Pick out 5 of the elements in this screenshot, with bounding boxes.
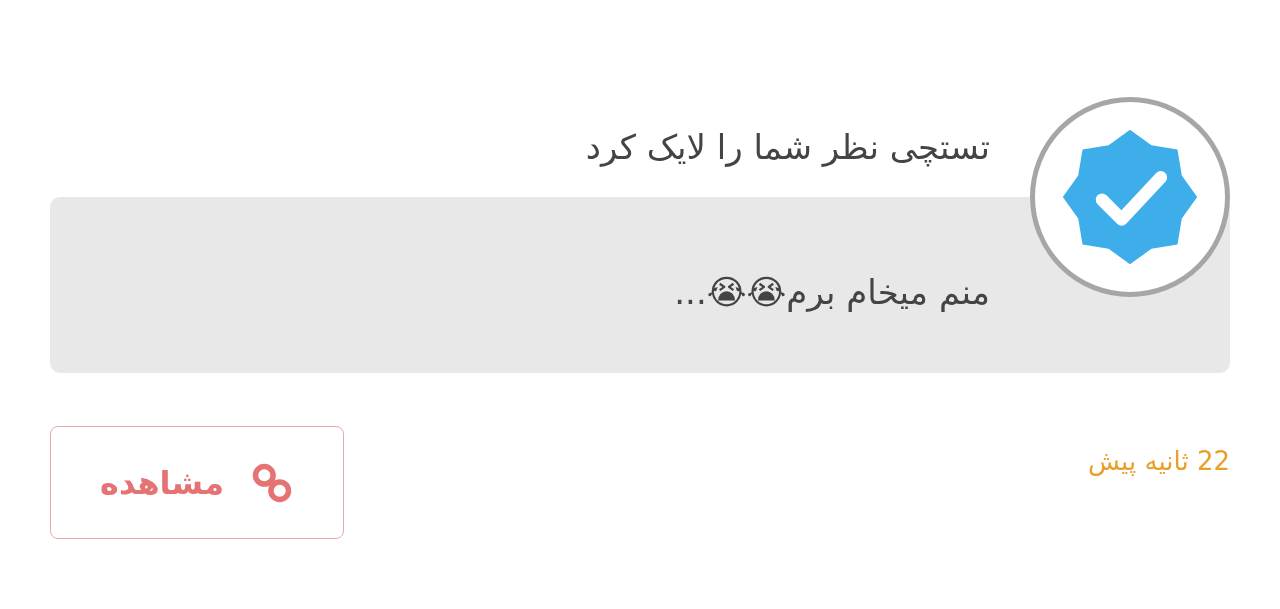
verified-badge-icon xyxy=(1060,127,1200,267)
view-button[interactable]: مشاهده xyxy=(50,426,344,539)
notification-title: تستچی نظر شما را لایک کرد xyxy=(585,127,990,167)
comment-text: منم میخام برم😭😭... xyxy=(674,272,990,312)
timestamp: 22 ثانیه پیش xyxy=(1087,446,1230,476)
